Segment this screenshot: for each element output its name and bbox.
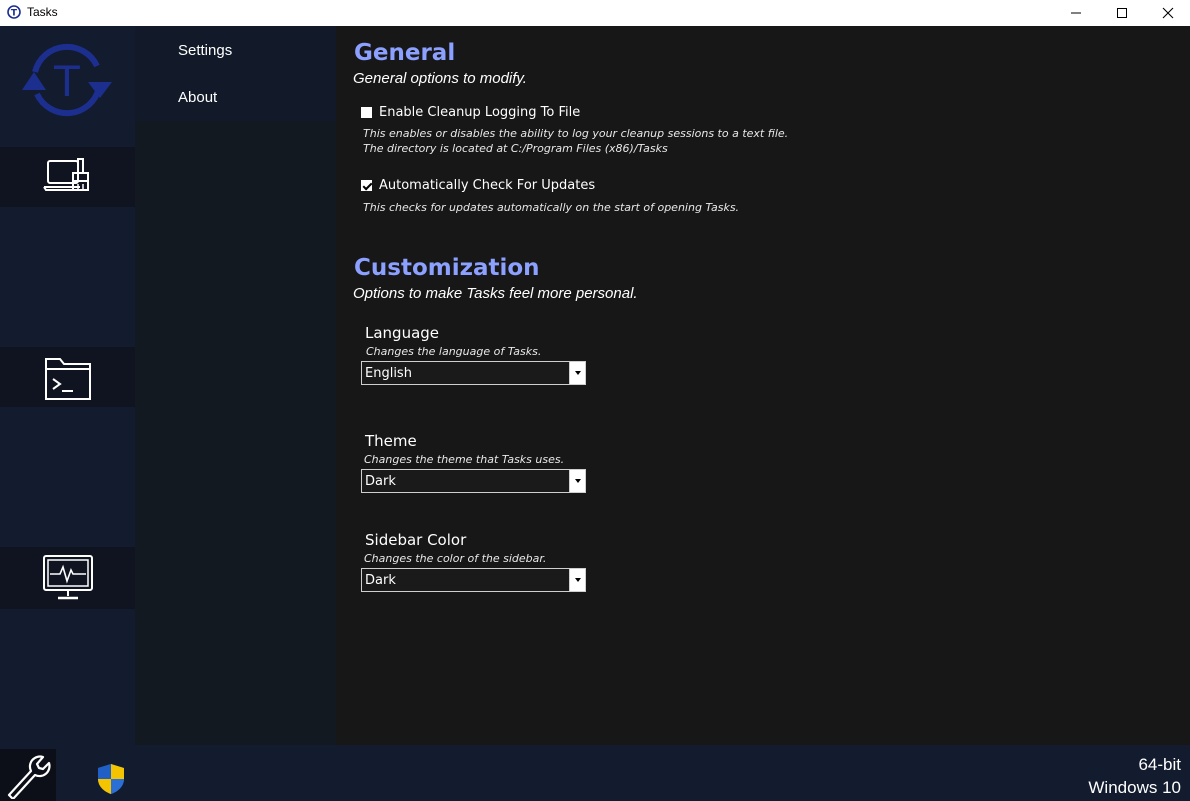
nav-item-settings[interactable]: Settings	[178, 42, 232, 59]
rail-button-cleanup[interactable]	[0, 147, 135, 207]
close-icon	[1162, 7, 1174, 19]
auto-update-option[interactable]: Automatically Check For Updates	[361, 178, 595, 193]
svg-text:T: T	[11, 9, 18, 19]
theme-description: Changes the theme that Tasks uses.	[364, 453, 565, 466]
theme-select[interactable]: Dark	[361, 469, 586, 493]
language-label: Language	[365, 324, 440, 342]
windows-shield-icon[interactable]	[95, 762, 127, 796]
auto-update-checkbox[interactable]	[361, 180, 372, 191]
cleanup-logging-description: This enables or disables the ability to …	[363, 126, 788, 156]
chevron-down-icon[interactable]	[569, 569, 585, 591]
cleanup-logging-option[interactable]: Enable Cleanup Logging To File	[361, 105, 580, 120]
settings-panel: General General options to modify. Enabl…	[336, 26, 1190, 745]
cleanup-logging-desc-line2: The directory is located at C:/Program F…	[363, 142, 668, 155]
rail-button-monitor[interactable]	[0, 547, 135, 609]
arch-label: 64-bit	[1138, 755, 1181, 774]
os-label: Windows 10	[1088, 778, 1181, 797]
theme-value: Dark	[365, 474, 396, 489]
general-subtitle: General options to modify.	[353, 70, 527, 87]
chevron-down-icon[interactable]	[569, 470, 585, 492]
general-heading: General	[354, 40, 456, 66]
window-title: Tasks	[27, 5, 58, 19]
svg-text:T: T	[53, 57, 80, 106]
theme-label: Theme	[365, 432, 417, 450]
settings-nav: Settings About	[135, 26, 336, 745]
cleanup-logging-desc-line1: This enables or disables the ability to …	[363, 127, 789, 140]
status-bar: 64-bit Windows 10	[0, 745, 1190, 801]
minimize-icon	[1071, 12, 1081, 14]
nav-item-about[interactable]: About	[178, 89, 217, 106]
sidebar-color-description: Changes the color of the sidebar.	[364, 552, 547, 565]
maximize-button[interactable]	[1099, 0, 1145, 26]
close-button[interactable]	[1145, 0, 1190, 26]
wrench-icon	[7, 755, 51, 799]
tasks-logo: T	[22, 43, 112, 117]
minimize-button[interactable]	[1053, 0, 1099, 26]
chevron-down-icon[interactable]	[569, 362, 585, 384]
laptop-cleanup-icon	[42, 158, 89, 191]
sidebar-color-value: Dark	[365, 573, 396, 588]
app-icon: T	[7, 5, 21, 19]
sidebar-color-select[interactable]: Dark	[361, 568, 586, 592]
title-bar: T Tasks	[0, 0, 1190, 26]
language-select[interactable]: English	[361, 361, 586, 385]
auto-update-label: Automatically Check For Updates	[379, 178, 596, 193]
terminal-folder-icon	[44, 358, 91, 400]
settings-wrench-button[interactable]	[0, 749, 56, 801]
language-value: English	[365, 366, 412, 381]
icon-sidebar: T	[0, 26, 135, 745]
maximize-icon	[1117, 8, 1127, 18]
monitor-activity-icon	[42, 555, 93, 600]
customization-subtitle: Options to make Tasks feel more personal…	[353, 285, 638, 302]
tasks-window: T Tasks T Settings About General General…	[0, 0, 1190, 801]
rail-button-terminal[interactable]	[0, 347, 135, 407]
customization-heading: Customization	[354, 255, 540, 281]
cleanup-logging-label: Enable Cleanup Logging To File	[379, 105, 581, 120]
auto-update-description: This checks for updates automatically on…	[363, 201, 740, 214]
language-description: Changes the language of Tasks.	[366, 345, 542, 358]
settings-menu: Settings About	[135, 26, 336, 121]
sidebar-color-label: Sidebar Color	[365, 531, 467, 549]
cleanup-logging-checkbox[interactable]	[361, 107, 372, 118]
